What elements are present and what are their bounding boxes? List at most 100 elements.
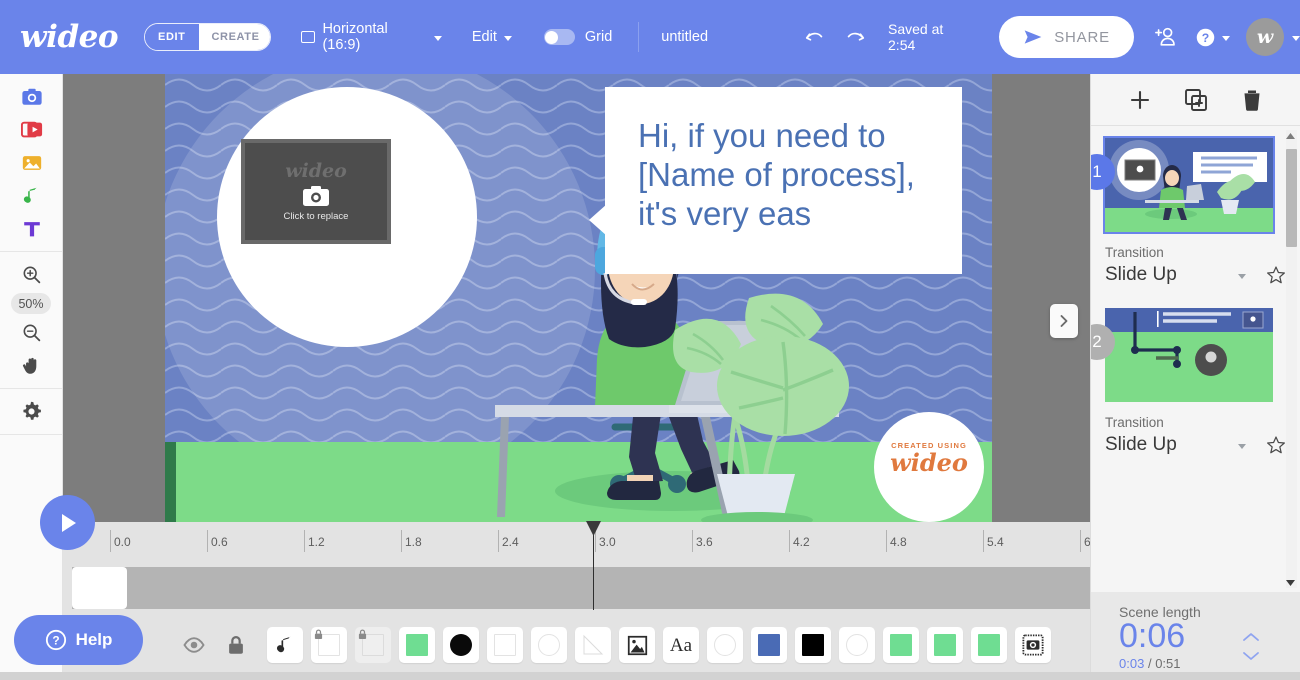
scene-length-value[interactable]: 0:06	[1119, 618, 1300, 655]
scene-thumbnail-2[interactable]	[1105, 308, 1273, 402]
music-layer[interactable]	[267, 627, 303, 663]
image-placeholder[interactable]: wideo Click to replace	[241, 139, 391, 244]
share-button[interactable]: SHARE	[998, 16, 1134, 58]
speech-bubble[interactable]: Hi, if you need to [Name of process], it…	[605, 87, 962, 274]
green-square-layer-3[interactable]	[927, 627, 963, 663]
tab-edit[interactable]: EDIT	[145, 24, 199, 50]
scroll-up-arrow-icon[interactable]	[1285, 132, 1296, 140]
lock-icon[interactable]	[225, 634, 247, 656]
grid-toggle[interactable]: Grid	[543, 29, 612, 45]
help-button[interactable]: ? Help	[14, 615, 143, 665]
stepper-up-icon[interactable]	[1242, 632, 1260, 642]
plus-icon[interactable]	[1128, 88, 1152, 112]
scroll-down-arrow-icon[interactable]	[1285, 579, 1296, 587]
scene-actions-toolbar	[1091, 74, 1300, 126]
next-scene-button[interactable]	[1050, 304, 1078, 338]
left-toolbar-media-group	[0, 74, 62, 252]
sidebar-item-music[interactable]	[0, 179, 63, 212]
timeline-tick-label: 3.6	[696, 535, 713, 549]
color-swatch	[758, 634, 780, 656]
sidebar-item-image[interactable]	[0, 146, 63, 179]
timeline-clip[interactable]	[72, 567, 127, 609]
white-square-layer[interactable]	[311, 627, 347, 663]
eye-icon[interactable]	[183, 634, 205, 656]
scene-list-scrollbar-thumb[interactable]	[1286, 149, 1297, 247]
chevron-down-icon[interactable]	[1238, 273, 1246, 279]
zoom-level[interactable]: 50%	[11, 293, 51, 314]
blue-square-layer[interactable]	[751, 627, 787, 663]
grid-switch[interactable]	[543, 29, 575, 45]
white-circle-layer-3[interactable]	[839, 627, 875, 663]
video-stage[interactable]: wideo Click to replace Hi, if you need t…	[165, 74, 992, 522]
black-square-layer[interactable]	[795, 627, 831, 663]
aspect-ratio-selector[interactable]: Horizontal (16:9)	[300, 21, 442, 53]
music-icon	[276, 636, 291, 653]
send-icon	[1024, 30, 1042, 44]
sidebar-item-video[interactable]	[0, 113, 63, 146]
video-icon	[20, 121, 42, 137]
color-swatch	[538, 634, 560, 656]
lock-icon	[314, 629, 323, 639]
chevron-right-icon	[1060, 315, 1068, 327]
avatar[interactable]: w	[1246, 18, 1284, 56]
image-layer[interactable]	[619, 627, 655, 663]
timeline-ruler[interactable]: 0.00.61.21.82.43.03.64.24.85.46.0	[63, 522, 1101, 557]
zoom-out-button[interactable]	[0, 316, 63, 349]
music-icon	[23, 187, 37, 203]
scene-thumbnail-1[interactable]	[1103, 136, 1275, 234]
black-circle-layer[interactable]	[443, 627, 479, 663]
play-button[interactable]	[40, 495, 95, 550]
timeline[interactable]: 0.00.61.21.82.43.03.64.24.85.46.0	[63, 521, 1101, 610]
layer-bar[interactable]: Aa	[63, 610, 1090, 680]
white-circle-layer[interactable]	[531, 627, 567, 663]
duplicate-icon[interactable]	[1184, 88, 1208, 112]
help-menu[interactable]: ?	[1195, 27, 1230, 48]
white-square-layer-2[interactable]	[487, 627, 523, 663]
text-layer[interactable]: Aa	[663, 627, 699, 663]
green-square-layer[interactable]	[399, 627, 435, 663]
lock-icon	[358, 629, 367, 639]
add-user-icon[interactable]	[1152, 24, 1177, 50]
document-title[interactable]: untitled	[661, 29, 708, 45]
total-time: 0:51	[1155, 655, 1181, 671]
edit-menu[interactable]: Edit	[472, 29, 512, 45]
triangle-layer[interactable]	[575, 627, 611, 663]
favorite-star-icon[interactable]	[1266, 435, 1286, 455]
zoom-in-button[interactable]	[0, 258, 63, 291]
timeline-tick	[692, 530, 693, 552]
current-time: 0:03	[1119, 655, 1145, 671]
trash-icon[interactable]	[1240, 88, 1264, 112]
green-square-layer-4[interactable]	[971, 627, 1007, 663]
scene-list[interactable]: 1 Transition Slide Up 2 Transition Slide…	[1091, 126, 1300, 592]
scene-block-1[interactable]: 1 Transition Slide Up	[1091, 126, 1300, 286]
image-icon	[627, 635, 647, 655]
wideo-logo[interactable]: wideo	[20, 21, 119, 53]
timeline-tick-label: 4.8	[890, 535, 907, 549]
green-square-layer-2[interactable]	[883, 627, 919, 663]
color-swatch	[934, 634, 956, 656]
ghost-square-layer[interactable]	[355, 627, 391, 663]
sidebar-item-text[interactable]	[0, 212, 63, 245]
playhead[interactable]	[586, 521, 601, 610]
transition-row-2: Slide Up	[1105, 434, 1286, 456]
canvas-area[interactable]: wideo Click to replace Hi, if you need t…	[63, 74, 1090, 522]
redo-icon[interactable]	[844, 26, 866, 48]
transition-value-1[interactable]: Slide Up	[1105, 264, 1238, 286]
camera-layer[interactable]	[1015, 627, 1051, 663]
chevron-down-icon[interactable]	[1238, 443, 1246, 449]
transition-value-2[interactable]: Slide Up	[1105, 434, 1238, 456]
scene-block-2[interactable]: 2 Transition Slide Up	[1091, 286, 1300, 456]
timeline-track[interactable]	[72, 567, 1090, 609]
favorite-star-icon[interactable]	[1266, 265, 1286, 285]
question-circle-icon: ?	[45, 629, 66, 651]
undo-icon[interactable]	[804, 26, 826, 48]
white-circle-layer-2[interactable]	[707, 627, 743, 663]
account-menu[interactable]: w	[1246, 18, 1300, 56]
tab-create[interactable]: CREATE	[198, 24, 270, 50]
text-layer-glyph: Aa	[669, 634, 693, 656]
sidebar-item-camera[interactable]	[0, 80, 63, 113]
stepper-down-icon[interactable]	[1242, 651, 1260, 661]
pan-tool-button[interactable]	[0, 349, 63, 382]
mode-toggle[interactable]: EDIT CREATE	[144, 23, 271, 51]
settings-button[interactable]	[0, 395, 63, 428]
